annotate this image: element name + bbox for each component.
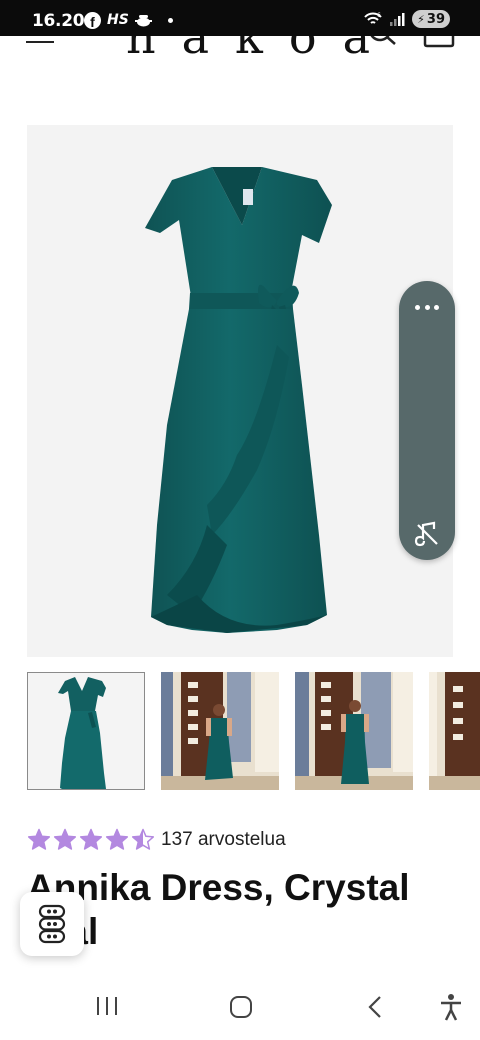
thumbnail-2[interactable] bbox=[161, 672, 279, 790]
thumbnail-1[interactable] bbox=[27, 672, 145, 790]
signal-icon bbox=[390, 13, 405, 26]
battery-level: 39 bbox=[426, 11, 445, 27]
star-icon bbox=[79, 828, 103, 850]
home-icon[interactable] bbox=[229, 995, 253, 1019]
battery-indicator: ⚡ 39 bbox=[412, 10, 450, 28]
chat-button[interactable] bbox=[20, 892, 84, 956]
notification-icons: f HS bbox=[84, 10, 173, 30]
site-header: nakoa bbox=[0, 36, 480, 68]
thumbnail-3[interactable] bbox=[295, 672, 413, 790]
star-icon bbox=[53, 828, 77, 850]
facebook-icon: f bbox=[84, 11, 101, 29]
star-icon bbox=[27, 828, 51, 850]
menu-icon[interactable] bbox=[26, 36, 56, 50]
system-indicators: 6 ⚡ 39 bbox=[364, 10, 450, 28]
dress-image bbox=[145, 167, 332, 633]
thumbnail-4[interactable] bbox=[429, 672, 480, 790]
notification-dot bbox=[167, 17, 173, 23]
system-nav-bar bbox=[0, 975, 480, 1040]
network-label: 6 bbox=[377, 12, 381, 19]
review-count[interactable]: 137 arvostelua bbox=[161, 829, 286, 851]
star-icon bbox=[131, 828, 155, 850]
product-main-image[interactable] bbox=[27, 125, 453, 657]
product-title: Annika Dress, Crystal Teal bbox=[27, 867, 410, 952]
wifi-icon: 6 bbox=[364, 12, 382, 24]
accessibility-icon[interactable] bbox=[438, 993, 464, 1021]
mute-icon[interactable] bbox=[414, 521, 440, 547]
status-time: 16.20 bbox=[32, 11, 85, 31]
rating-stars bbox=[27, 828, 155, 852]
more-icon[interactable] bbox=[415, 301, 439, 313]
chat-icon bbox=[38, 904, 66, 944]
brand-logo[interactable]: nakoa bbox=[126, 36, 396, 64]
back-icon[interactable] bbox=[366, 995, 384, 1019]
star-icon bbox=[105, 828, 129, 850]
cooking-pot-icon bbox=[134, 15, 152, 27]
recent-apps-icon[interactable] bbox=[95, 995, 119, 1017]
product-rating[interactable]: 137 arvostelua bbox=[27, 828, 286, 852]
hs-icon: HS bbox=[107, 12, 129, 28]
cart-icon[interactable] bbox=[422, 36, 456, 50]
floating-widget[interactable] bbox=[399, 281, 455, 560]
thumbnail-strip bbox=[27, 672, 480, 790]
status-bar: 16.20 f HS 6 ⚡ 39 bbox=[0, 0, 480, 36]
search-icon[interactable] bbox=[368, 36, 398, 48]
charging-icon: ⚡ bbox=[417, 12, 425, 26]
